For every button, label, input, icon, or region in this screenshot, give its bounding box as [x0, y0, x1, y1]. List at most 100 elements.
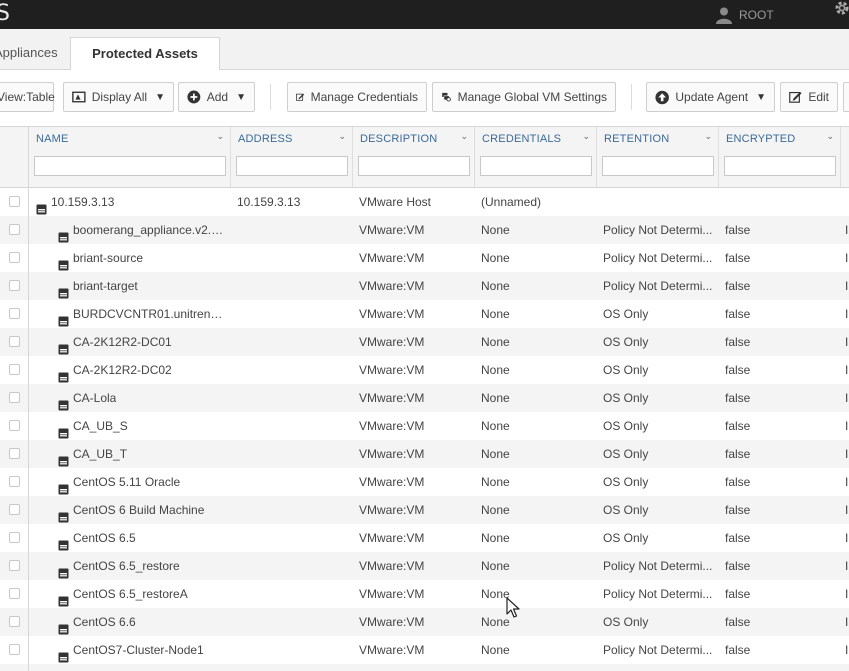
table-row[interactable]: CentOS 6.6 VMware:VM None OS Only false I: [0, 608, 849, 636]
cell-name[interactable]: [58, 664, 228, 671]
tab-protected-assets[interactable]: Protected Assets: [70, 37, 220, 71]
cell-description: VMware:VM: [359, 307, 425, 321]
cell-overflow: I: [845, 587, 849, 601]
asset-name: BURDCVCNTR01.unitrends....: [73, 307, 228, 321]
cell-name[interactable]: CA-2K12R2-DC02: [58, 356, 228, 384]
table-row[interactable]: CentOS 6.5_restoreA VMware:VM None Policy N…: [0, 580, 849, 608]
app-logo[interactable]: S: [0, 3, 10, 25]
toolbar-divider: [631, 84, 632, 110]
cell-name[interactable]: CA-Lola: [58, 384, 228, 412]
column-name[interactable]: NAME ⌄: [29, 127, 231, 187]
asset-name: CentOS 6.5_restore: [73, 559, 180, 573]
column-retention[interactable]: RETENTION ⌄: [597, 127, 719, 187]
settings-gear-icon[interactable]: [832, 0, 849, 20]
sort-chevron-icon[interactable]: ⌄: [216, 131, 224, 142]
cell-name[interactable]: CentOS 6 Build Machine: [58, 496, 228, 524]
table-row[interactable]: CentOS 5.11 Oracle VMware:VM None OS Only fa…: [0, 468, 849, 496]
cell-retention: OS Only: [603, 503, 649, 517]
cell-credentials: None: [481, 503, 510, 517]
sort-chevron-icon[interactable]: ⌄: [338, 131, 346, 142]
manage-global-vm-settings-button[interactable]: Manage Global VM Settings: [432, 82, 616, 112]
table-row[interactable]: [0, 664, 849, 671]
vm-icon: [58, 225, 69, 242]
table-row[interactable]: CentOS 6.5_restore VMware:VM None Policy No…: [0, 552, 849, 580]
cell-credentials: None: [481, 279, 510, 293]
column-label: NAME: [36, 133, 69, 145]
cell-name[interactable]: CentOS7-Cluster-Node1: [58, 636, 228, 664]
address-filter-input[interactable]: [236, 156, 348, 176]
retention-filter-input[interactable]: [602, 156, 714, 176]
table-row[interactable]: CA_UB_S VMware:VM None OS Only false I: [0, 412, 849, 440]
cell-credentials: None: [481, 223, 510, 237]
table-row[interactable]: CentOS 6 Build Machine VMware:VM None OS On…: [0, 496, 849, 524]
table-row[interactable]: CA_UB_T VMware:VM None OS Only false I: [0, 440, 849, 468]
cell-name[interactable]: CentOS 6.5: [58, 524, 228, 552]
toolbar: View:Table Display All ▼ Add ▼ Manage Cr…: [0, 70, 849, 126]
sort-chevron-icon[interactable]: ⌄: [460, 131, 468, 142]
sort-chevron-icon[interactable]: ⌄: [704, 131, 712, 142]
column-encrypted[interactable]: ENCRYPTED ⌄: [719, 127, 841, 187]
cell-description: VMware:VM: [359, 251, 425, 265]
cell-name[interactable]: CentOS 6.6: [58, 608, 228, 636]
column-credentials[interactable]: CREDENTIALS ⌄: [475, 127, 597, 187]
cell-name[interactable]: boomerang_appliance.v2.2....: [58, 216, 228, 244]
description-filter-input[interactable]: [358, 156, 470, 176]
table-row[interactable]: briant-source VMware:VM None Policy Not Det…: [0, 244, 849, 272]
cell-name[interactable]: CentOS 6.5_restoreA: [58, 580, 228, 608]
cell-name[interactable]: CA_UB_S: [58, 412, 228, 440]
user-name: ROOT: [739, 7, 774, 22]
mouse-cursor-icon: [506, 597, 520, 618]
table-row[interactable]: CA-2K12R2-DC01 VMware:VM None OS Only false I: [0, 328, 849, 356]
cell-name[interactable]: CA_UB_T: [58, 440, 228, 468]
credentials-filter-input[interactable]: [480, 156, 592, 176]
cell-encrypted: false: [725, 335, 751, 349]
add-dropdown[interactable]: Add ▼: [178, 82, 255, 112]
asset-name: CentOS 6.6: [73, 615, 136, 629]
more-toolbar-button[interactable]: [843, 82, 849, 112]
table-row[interactable]: CentOS7-Cluster-Node1 VMware:VM None Policy…: [0, 636, 849, 664]
table-row[interactable]: CentOS 6.5 VMware:VM None OS Only false I: [0, 524, 849, 552]
cell-address: [237, 440, 347, 468]
cell-address: [237, 300, 347, 328]
table-row[interactable]: boomerang_appliance.v2.2.... VMware:VM Non…: [0, 216, 849, 244]
sort-chevron-icon[interactable]: ⌄: [826, 131, 834, 142]
update-agent-dropdown[interactable]: Update Agent ▼: [646, 82, 775, 112]
view-table-button[interactable]: View:Table: [0, 82, 55, 112]
cell-encrypted: false: [725, 503, 751, 517]
asset-name: CentOS 6 Build Machine: [73, 503, 205, 517]
column-address[interactable]: ADDRESS ⌄: [231, 127, 353, 187]
cell-retention: OS Only: [603, 419, 649, 433]
encrypted-filter-input[interactable]: [724, 156, 836, 176]
cell-description: [359, 664, 469, 671]
cell-name[interactable]: 10.159.3.13: [36, 188, 228, 216]
edit-button[interactable]: Edit: [780, 82, 838, 112]
table-row[interactable]: CA-2K12R2-DC02 VMware:VM None OS Only false I: [0, 356, 849, 384]
cell-name[interactable]: CentOS 6.5_restore: [58, 552, 228, 580]
cell-description: VMware:VM: [359, 503, 425, 517]
cell-name[interactable]: CentOS 5.11 Oracle: [58, 468, 228, 496]
cell-encrypted: [725, 664, 835, 671]
name-filter-input[interactable]: [34, 156, 226, 176]
asset-name: CentOS 6.5: [73, 531, 136, 545]
cell-name[interactable]: CA-2K12R2-DC01: [58, 328, 228, 356]
manage-credentials-button[interactable]: Manage Credentials: [287, 82, 427, 112]
table-row[interactable]: CA-Lola VMware:VM None OS Only false I: [0, 384, 849, 412]
table-row[interactable]: briant-target VMware:VM None Policy Not Det…: [0, 272, 849, 300]
cell-retention: OS Only: [603, 391, 649, 405]
cell-description: VMware:VM: [359, 559, 425, 573]
table-row[interactable]: BURDCVCNTR01.unitrends.... VMware:VM None O…: [0, 300, 849, 328]
cell-retention: OS Only: [603, 307, 649, 321]
vm-icon: [58, 421, 69, 438]
cell-name[interactable]: BURDCVCNTR01.unitrends....: [58, 300, 228, 328]
sort-chevron-icon[interactable]: ⌄: [582, 131, 590, 142]
asset-name: CA_UB_T: [73, 447, 128, 461]
table-row[interactable]: 10.159.3.13 10.159.3.13 VMware Host (Unname…: [0, 188, 849, 216]
cell-name[interactable]: briant-source: [58, 244, 228, 272]
column-description[interactable]: DESCRIPTION ⌄: [353, 127, 475, 187]
cell-overflow: I: [845, 531, 849, 545]
display-all-dropdown[interactable]: Display All ▼: [63, 82, 174, 112]
cell-encrypted: false: [725, 419, 751, 433]
cell-name[interactable]: briant-target: [58, 272, 228, 300]
user-menu[interactable]: ROOT: [715, 0, 774, 29]
checkbox-column-divider: [0, 127, 29, 671]
